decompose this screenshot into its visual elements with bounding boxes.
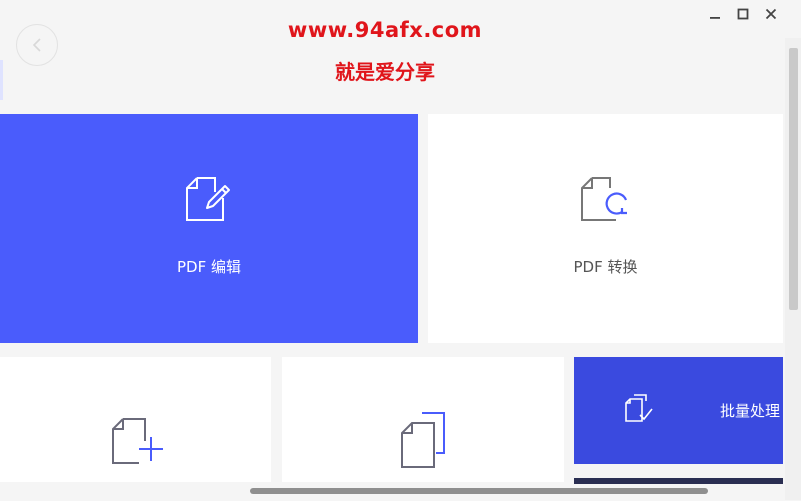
document-convert-icon: [580, 174, 632, 228]
window-controls: [707, 6, 779, 22]
document-add-icon: [109, 415, 163, 471]
batch-documents-icon: [624, 393, 654, 429]
close-button[interactable]: [763, 6, 779, 22]
maximize-icon: [737, 8, 749, 20]
vertical-scrollbar-thumb[interactable]: [789, 48, 798, 310]
documents-stack-icon: [398, 411, 448, 473]
combine-pdf-tile[interactable]: [282, 357, 564, 482]
minimize-button[interactable]: [707, 6, 723, 22]
watermark-slogan: 就是爱分享: [335, 60, 435, 84]
pdf-convert-tile[interactable]: PDF 转换: [428, 114, 783, 343]
horizontal-scrollbar-thumb[interactable]: [250, 488, 708, 494]
watermark: www.94afx.com 就是爱分享: [250, 18, 520, 85]
minimize-icon: [710, 17, 720, 19]
watermark-url: www.94afx.com: [287, 18, 483, 42]
back-button[interactable]: [16, 24, 58, 66]
maximize-button[interactable]: [735, 6, 751, 22]
create-pdf-tile[interactable]: [0, 357, 271, 482]
pdf-convert-label: PDF 转换: [573, 258, 638, 276]
batch-process-tile[interactable]: 批量处理: [574, 357, 783, 464]
pdf-edit-tile[interactable]: PDF 编辑: [0, 114, 418, 343]
left-edge-strip: [0, 60, 3, 100]
batch-process-label: 批量处理: [720, 402, 781, 420]
close-icon: [765, 8, 777, 20]
document-edit-icon: [185, 174, 233, 228]
pdf-edit-label: PDF 编辑: [177, 258, 241, 276]
chevron-left-icon: [32, 38, 41, 52]
batch-tile-bottom-bar: [574, 478, 783, 484]
